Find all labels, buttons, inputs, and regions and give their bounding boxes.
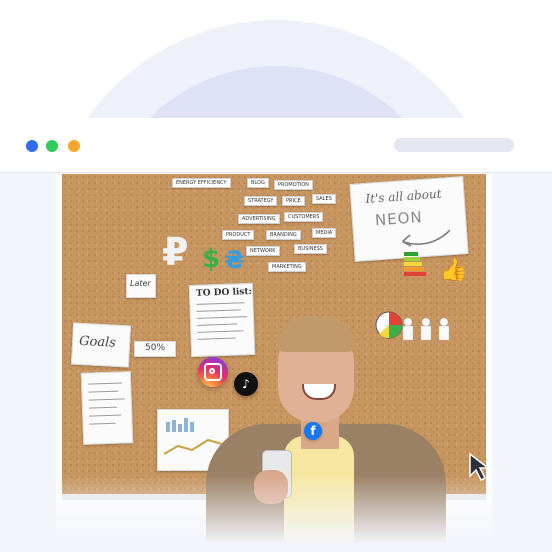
tag-blog: BLOG bbox=[247, 178, 269, 188]
todo-line bbox=[196, 302, 245, 305]
todo-line bbox=[196, 316, 247, 319]
window-dot-orange[interactable] bbox=[68, 140, 80, 152]
dollar-sign-icon: $ bbox=[202, 244, 221, 274]
tag-sales: SALES bbox=[312, 194, 336, 204]
plans-line bbox=[88, 390, 119, 393]
todo-line bbox=[196, 309, 241, 312]
tag-branding: BRANDING bbox=[266, 230, 301, 240]
tag-advertising: ADVERTISING bbox=[238, 214, 280, 224]
window-dot-green[interactable] bbox=[46, 140, 58, 152]
todo-card: TO DO list: bbox=[188, 282, 256, 358]
neon-card: It's all about NEON bbox=[349, 176, 469, 262]
tiktok-glyph: ♪ bbox=[242, 377, 250, 391]
plans-line bbox=[89, 422, 116, 425]
plans-line bbox=[88, 398, 125, 401]
bottom-fade bbox=[56, 474, 492, 552]
currency-sign-icon: ₴ bbox=[224, 246, 245, 274]
neon-card-line2: NEON bbox=[374, 208, 424, 230]
plans-line bbox=[88, 382, 123, 385]
later-card-text: Later bbox=[130, 279, 151, 288]
percent-card: 50% bbox=[134, 341, 176, 357]
arrow-sketch-icon bbox=[402, 229, 451, 247]
tag-marketing: MARKETING bbox=[268, 262, 306, 272]
paper-people-icon bbox=[402, 317, 450, 341]
tag-promotion: PROMOTION bbox=[274, 180, 313, 190]
plans-card bbox=[80, 371, 134, 445]
neon-card-line1: It's all about bbox=[365, 186, 442, 206]
tag-strategy: STRATEGY bbox=[244, 196, 278, 206]
instagram-icon[interactable] bbox=[198, 357, 228, 387]
window-titlebar bbox=[0, 118, 552, 173]
plans-line bbox=[88, 406, 117, 409]
ruble-sign-icon: ₽ bbox=[162, 230, 189, 274]
tag-price: PRICE bbox=[282, 196, 305, 206]
plans-line bbox=[89, 414, 122, 417]
tiktok-icon[interactable]: ♪ bbox=[234, 372, 258, 396]
later-card: Later bbox=[126, 274, 156, 298]
facebook-glyph: f bbox=[310, 424, 316, 438]
tag-media: MEDIA bbox=[312, 228, 337, 238]
hero-photo: It's all about NEON ENERGY EFFICIENCY BL… bbox=[56, 174, 492, 552]
todo-line bbox=[197, 330, 244, 333]
todo-card-title: TO DO list: bbox=[195, 286, 253, 299]
tag-business: BUSINESS bbox=[294, 244, 327, 254]
todo-line bbox=[197, 337, 236, 340]
browser-window: It's all about NEON ENERGY EFFICIENCY BL… bbox=[0, 118, 552, 552]
person-hair bbox=[278, 316, 354, 352]
energy-rating-icon bbox=[404, 252, 426, 276]
window-dot-blue[interactable] bbox=[26, 140, 38, 152]
tag-energy-efficiency: ENERGY EFFICIENCY bbox=[172, 178, 231, 188]
tag-product: PRODUCT bbox=[222, 230, 255, 240]
instagram-glyph bbox=[204, 363, 222, 381]
percent-card-text: 50% bbox=[145, 343, 166, 353]
goals-card: Goals bbox=[70, 322, 132, 368]
facebook-icon[interactable]: f bbox=[304, 422, 322, 440]
tag-customers: CUSTOMERS bbox=[284, 212, 324, 222]
goals-card-text: Goals bbox=[78, 333, 117, 351]
todo-line bbox=[197, 323, 238, 326]
thumbs-up-icon: 👍 bbox=[440, 258, 468, 283]
tag-network: NETWORK bbox=[246, 246, 280, 256]
address-bar[interactable] bbox=[394, 138, 514, 152]
